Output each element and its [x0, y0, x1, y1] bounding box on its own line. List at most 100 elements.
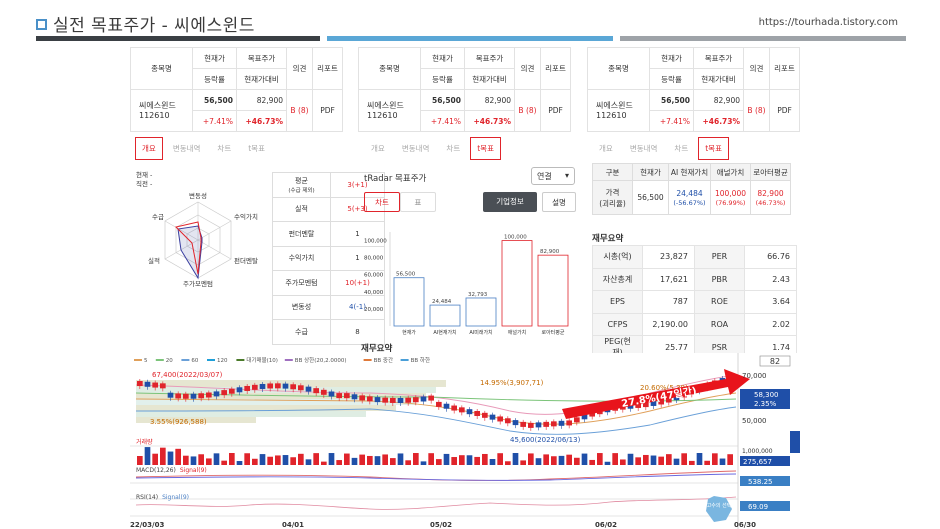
candle-body: [382, 397, 388, 403]
tab-target[interactable]: t목표: [698, 137, 729, 160]
candle-body: [405, 397, 411, 403]
low-annotation: 45,600(2022/06/13): [510, 436, 581, 444]
volume-bar: [344, 453, 350, 465]
volume-bar: [543, 454, 549, 465]
stock-name-cell[interactable]: 씨에스윈드 112610: [587, 89, 650, 132]
rsi-tag: 69.09: [748, 503, 768, 511]
date-tick-label: 04/01: [282, 521, 304, 529]
tab-overview[interactable]: 개요: [364, 137, 392, 160]
fin-key: ROE: [694, 290, 745, 314]
col-report: 리포트: [540, 47, 571, 90]
stock-vs: +46.73%: [464, 110, 515, 132]
fin-val: 66.76: [744, 245, 797, 269]
volume-bar: [459, 455, 465, 465]
stock-price: 56,500: [192, 89, 237, 111]
volume-bar: [236, 461, 243, 465]
val-anal: 100,000 (76.99%): [710, 180, 751, 215]
volume-label: 거래량: [136, 438, 153, 446]
axis-vol1: 1,000,000: [742, 448, 773, 455]
candle-body: [436, 401, 442, 407]
volume-bar: [252, 458, 258, 465]
volume-bar: [221, 460, 227, 465]
company-info-button[interactable]: 기업정보: [483, 192, 537, 212]
candle-body: [175, 393, 181, 399]
stock-report-link[interactable]: PDF: [312, 89, 343, 132]
volume-bar: [689, 460, 695, 465]
consolidated-select[interactable]: 연결 ▾: [531, 167, 575, 185]
legend-label: 5: [144, 358, 148, 364]
volume-bar: [305, 459, 312, 465]
score-row-key: 변동성: [272, 294, 331, 320]
top-right-label: 82: [770, 357, 780, 366]
header-bar-blue: [327, 36, 613, 41]
tab-changes[interactable]: 변동내역: [395, 137, 437, 160]
fin-val: 787: [642, 290, 695, 314]
bar-value-label: 82,900: [540, 249, 560, 255]
tab-overview[interactable]: 개요: [592, 137, 620, 160]
tab-chart[interactable]: 차트: [667, 137, 695, 160]
candle-body: [512, 420, 519, 426]
stock-name-cell[interactable]: 씨에스윈드 112610: [358, 89, 421, 132]
radar-axis-momentum: 주가모멘텀: [183, 279, 213, 288]
tab-changes[interactable]: 변동내역: [166, 137, 208, 160]
tradar-title: tRadar 목표주가: [364, 174, 427, 184]
candle-body: [420, 396, 427, 402]
volume-bar: [397, 453, 404, 465]
volume-bar: [489, 459, 496, 465]
volume-bar: [436, 459, 442, 465]
bar-category-label: AI미래가치: [469, 329, 492, 336]
candle-body: [167, 392, 174, 398]
col-target: 목표주가: [236, 47, 287, 69]
candle-body: [206, 392, 212, 398]
col-target: 목표주가: [693, 47, 744, 69]
candle-body: [459, 407, 465, 413]
stock-report-link[interactable]: PDF: [540, 89, 571, 132]
chart-view-button[interactable]: 차트: [364, 192, 400, 212]
candle-body: [282, 383, 289, 389]
volume-bar: [206, 458, 212, 465]
col-opinion: 의견: [514, 47, 541, 90]
candle-body: [489, 414, 496, 420]
page-title: 실전 목표주가 - 씨에스윈드: [36, 11, 255, 36]
tab-chart[interactable]: 차트: [439, 137, 467, 160]
stock-target: 82,900: [693, 89, 744, 111]
y-tick-label: 60,000: [364, 273, 384, 279]
col-vs: 현재가대비: [236, 68, 287, 90]
stock-vs: +46.73%: [236, 110, 287, 132]
volume-bar: [566, 454, 572, 465]
bar-value-label: 100,000: [504, 235, 527, 241]
val-row-label: 가격 (괴리율): [592, 180, 633, 215]
tab-chart[interactable]: 차트: [210, 137, 238, 160]
volume-bar: [512, 453, 519, 465]
tab-overview[interactable]: 개요: [135, 137, 163, 160]
volume-bar: [620, 459, 626, 465]
fin-key: ROA: [694, 312, 745, 336]
volume-bar: [382, 454, 388, 465]
tab-target[interactable]: t목표: [241, 137, 272, 160]
tab-target[interactable]: t목표: [470, 137, 501, 160]
col-opinion: 의견: [286, 47, 313, 90]
val-col-price: 현재가: [632, 163, 669, 181]
radar-axis-earnings: 실적: [148, 256, 160, 265]
candle-body: [259, 383, 266, 389]
stock-report-link[interactable]: PDF: [769, 89, 800, 132]
fin-val: 2.02: [744, 312, 797, 336]
candle-body: [252, 384, 258, 390]
volume-bar: [712, 453, 718, 465]
candle-body: [558, 420, 565, 426]
volume-bar: [244, 453, 250, 465]
tab-changes[interactable]: 변동내역: [623, 137, 665, 160]
score-row-key: 펀더멘탈: [272, 221, 331, 247]
candle-body: [190, 393, 197, 399]
volume-bar: [673, 458, 680, 465]
radar-axis-volatility: 변동성: [189, 191, 207, 200]
volume-bar: [535, 458, 542, 465]
fin-val: 23,827: [642, 245, 695, 269]
table-view-button[interactable]: 표: [400, 192, 436, 212]
col-price: 현재가: [192, 47, 237, 69]
description-button[interactable]: 설명: [542, 192, 576, 212]
candle-body: [313, 388, 319, 394]
stock-name-cell[interactable]: 씨에스윈드 112610: [130, 89, 193, 132]
volume-bar: [482, 453, 488, 465]
volume-bar: [367, 455, 373, 465]
